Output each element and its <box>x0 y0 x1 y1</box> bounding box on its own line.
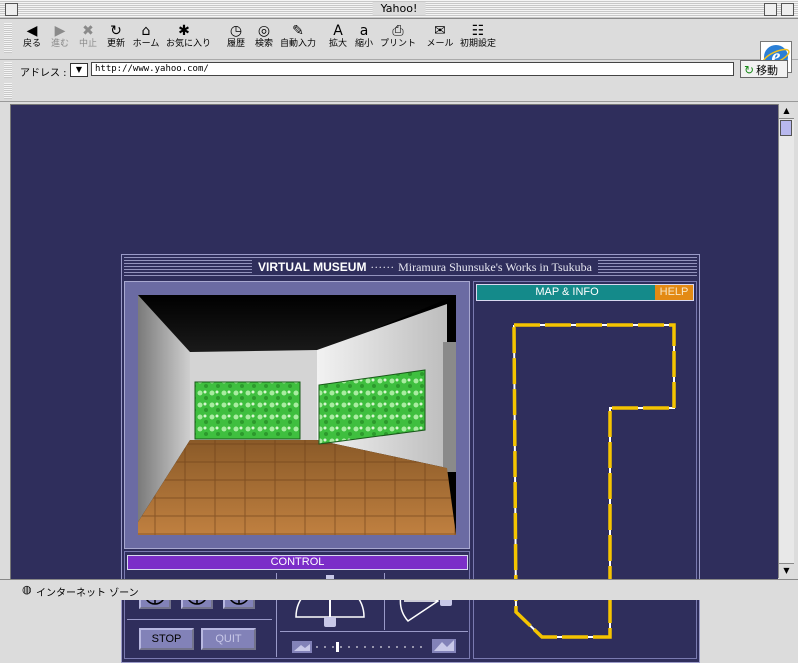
stop-icon: ✖ <box>82 23 94 39</box>
quit-button[interactable]: QUIT <box>201 628 256 650</box>
back-arrow-icon: ◀ <box>26 23 38 39</box>
text-smaller-icon: a <box>359 23 369 39</box>
toolbar-button[interactable]: ⎙ プリント <box>380 23 416 50</box>
globe-icon: ◍ <box>22 583 32 596</box>
go-arrow-icon: ↻ <box>744 63 755 77</box>
map-panel <box>473 281 697 659</box>
painting-left[interactable] <box>194 381 301 440</box>
printer-icon: ⎙ <box>392 23 404 39</box>
toolbar-button-label: 縮小 <box>354 39 373 49</box>
toolbar-grip[interactable] <box>4 23 12 53</box>
map-info-bar: MAP & INFO HELP <box>476 284 694 301</box>
museum-subtitle: Miramura Shunsuke's Works in Tsukuba <box>398 260 592 274</box>
search-icon: ◎ <box>257 23 271 39</box>
zoom-slider[interactable] <box>292 637 458 655</box>
page-content: VIRTUAL MUSEUM ······ Miramura Shunsuke'… <box>10 104 778 663</box>
museum-name: VIRTUAL MUSEUM <box>258 260 367 274</box>
browser-toolbar: ◀ 戻る ▶ 進む ✖ 中止 ↻ 更新 ⌂ ホーム ✱ お気に入り ◷ 履歴 ◎ 検索 ✎ 自動入力 A 拡大 a 縮小 ⎙… <box>0 19 798 73</box>
toolbar-button-label: ホーム <box>132 39 160 49</box>
toolbar-button-label: お気に入り <box>166 39 212 49</box>
address-history-dropdown[interactable]: ▼ <box>70 63 88 77</box>
refresh-icon: ↻ <box>110 23 122 39</box>
toolbar-button-label: プリント <box>380 39 417 49</box>
window-title-bar[interactable]: Yahoo! <box>0 0 798 19</box>
preferences-icon: ☷ <box>471 23 485 39</box>
window-title: Yahoo! <box>372 2 426 15</box>
autofill-icon: ✎ <box>292 23 304 39</box>
text-larger-icon: A <box>333 23 343 39</box>
virtual-museum-applet: VIRTUAL MUSEUM ······ Miramura Shunsuke'… <box>121 254 700 663</box>
go-button-label: 移動 <box>756 64 779 77</box>
toolbar-button[interactable]: ◎ 検索 <box>246 23 282 50</box>
zoom-slider-thumb[interactable] <box>336 642 339 652</box>
address-input[interactable] <box>91 62 734 76</box>
toolbar-button[interactable]: a 縮小 <box>346 23 382 50</box>
collapse-box-icon[interactable] <box>781 3 794 16</box>
toolbar-button[interactable]: ✉ メール <box>422 23 458 50</box>
toolbar-button-label: 初期設定 <box>460 39 497 49</box>
floor-map[interactable] <box>474 282 696 658</box>
toolbar-button-label: メール <box>426 39 454 49</box>
toolbar-button[interactable]: ✱ お気に入り <box>166 23 212 50</box>
museum-header: VIRTUAL MUSEUM ······ Miramura Shunsuke'… <box>124 257 697 277</box>
address-bar-grip[interactable] <box>4 62 12 78</box>
history-icon: ◷ <box>229 23 243 39</box>
go-button[interactable]: ↻ 移動 <box>740 60 788 78</box>
toolbar-button-label: 検索 <box>254 39 273 49</box>
links-bar <box>0 81 798 102</box>
home-icon: ⌂ <box>141 23 151 39</box>
address-label: アドレス : <box>20 68 67 79</box>
forward-arrow-icon: ▶ <box>54 23 66 39</box>
scroll-up-arrow-icon[interactable]: ▲ <box>779 104 794 119</box>
zoom-box-icon[interactable] <box>764 3 777 16</box>
toolbar-button[interactable]: ☷ 初期設定 <box>460 23 496 50</box>
scroll-thumb[interactable] <box>780 120 792 136</box>
toolbar-button-label: 自動入力 <box>280 39 317 49</box>
stop-button[interactable]: STOP <box>139 628 194 650</box>
chevron-down-icon: ▼ <box>75 65 83 74</box>
status-bar: ◍ インターネット ゾーン <box>0 579 798 600</box>
favorites-icon: ✱ <box>178 23 190 39</box>
toolbar-button[interactable]: ✎ 自動入力 <box>280 23 316 50</box>
status-zone-text: インターネット ゾーン <box>36 588 139 599</box>
museum-title: VIRTUAL MUSEUM ······ Miramura Shunsuke'… <box>252 260 598 275</box>
museum-separator: ······ <box>370 260 395 274</box>
links-bar-grip[interactable] <box>4 83 12 99</box>
close-box-icon[interactable] <box>5 3 18 16</box>
control-label: CONTROL <box>127 555 468 570</box>
address-bar: アドレス : ▼ ↻移動 <box>0 60 798 80</box>
toolbar-button[interactable]: ⌂ ホーム <box>128 23 164 50</box>
vertical-scrollbar[interactable]: ▲ ▼ <box>778 104 794 578</box>
help-button[interactable]: HELP <box>655 285 693 300</box>
mail-icon: ✉ <box>434 23 446 39</box>
control-divider <box>127 619 272 620</box>
control-divider <box>280 631 468 632</box>
gallery-3d-view[interactable] <box>124 281 470 549</box>
map-info-label: MAP & INFO <box>535 286 599 298</box>
scroll-down-arrow-icon[interactable]: ▼ <box>779 563 794 578</box>
